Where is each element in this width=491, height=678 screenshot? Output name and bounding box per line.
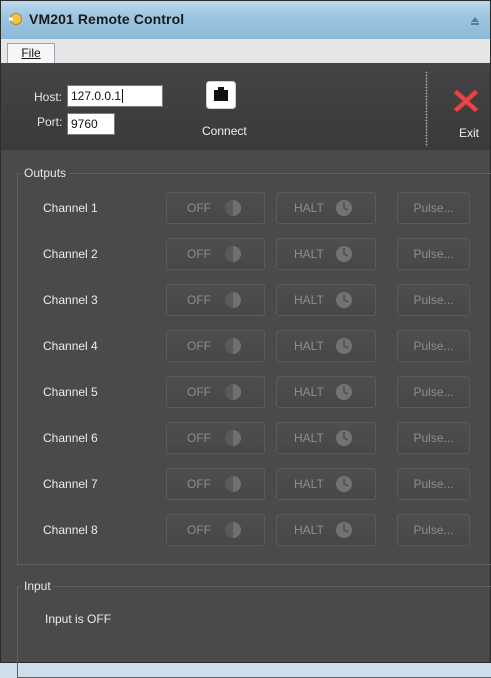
outputs-group <box>17 173 491 565</box>
clock-icon <box>336 246 352 262</box>
halt-button[interactable]: HALT <box>276 330 376 362</box>
port-input[interactable]: 9760 <box>67 113 115 135</box>
off-button[interactable]: OFF <box>166 330 265 362</box>
toolbar-grip <box>425 71 428 147</box>
channel-label: Channel 2 <box>43 247 98 261</box>
port-label: Port: <box>37 115 63 129</box>
connect-button[interactable]: Connect <box>202 124 247 138</box>
host-value: 127.0.0.1 <box>71 89 122 103</box>
halt-button[interactable]: HALT <box>276 468 376 500</box>
input-status: Input is OFF <box>45 612 112 626</box>
network-port-icon[interactable] <box>206 81 236 109</box>
channel-label: Channel 3 <box>43 293 98 307</box>
halt-button[interactable]: HALT <box>276 192 376 224</box>
pulse-button[interactable]: Pulse... <box>397 192 470 224</box>
input-group <box>17 586 491 678</box>
clock-icon <box>336 476 352 492</box>
menu-bar: File <box>1 39 490 65</box>
halt-button[interactable]: HALT <box>276 238 376 270</box>
off-button-label: OFF <box>187 431 211 445</box>
half-circle-icon <box>225 384 241 400</box>
pulse-button[interactable]: Pulse... <box>397 284 470 316</box>
pulse-button-label: Pulse... <box>413 385 454 399</box>
half-circle-icon <box>225 522 241 538</box>
off-button-label: OFF <box>187 523 211 537</box>
outputs-group-title: Outputs <box>21 166 70 180</box>
halt-button-label: HALT <box>294 385 324 399</box>
halt-button[interactable]: HALT <box>276 514 376 546</box>
off-button-label: OFF <box>187 339 211 353</box>
port-value: 9760 <box>71 117 98 131</box>
half-circle-icon <box>225 200 241 216</box>
channel-label: Channel 1 <box>43 201 98 215</box>
halt-button-label: HALT <box>294 339 324 353</box>
off-button[interactable]: OFF <box>166 284 265 316</box>
pulse-button-label: Pulse... <box>413 293 454 307</box>
off-button[interactable]: OFF <box>166 192 265 224</box>
halt-button[interactable]: HALT <box>276 376 376 408</box>
app-icon <box>9 13 22 25</box>
clock-icon <box>336 292 352 308</box>
pulse-button-label: Pulse... <box>413 523 454 537</box>
pulse-button[interactable]: Pulse... <box>397 238 470 270</box>
off-button[interactable]: OFF <box>166 238 265 270</box>
channel-label: Channel 7 <box>43 477 98 491</box>
pulse-button-label: Pulse... <box>413 477 454 491</box>
clock-icon <box>336 200 352 216</box>
off-button-label: OFF <box>187 477 211 491</box>
half-circle-icon <box>225 338 241 354</box>
off-button-label: OFF <box>187 385 211 399</box>
pulse-button[interactable]: Pulse... <box>397 468 470 500</box>
pulse-button[interactable]: Pulse... <box>397 514 470 546</box>
pulse-button[interactable]: Pulse... <box>397 330 470 362</box>
close-x-icon[interactable] <box>452 87 480 115</box>
half-circle-icon <box>225 430 241 446</box>
halt-button-label: HALT <box>294 201 324 215</box>
off-button-label: OFF <box>187 201 211 215</box>
clock-icon <box>336 522 352 538</box>
pulse-button[interactable]: Pulse... <box>397 422 470 454</box>
halt-button-label: HALT <box>294 477 324 491</box>
exit-button[interactable]: Exit <box>459 126 479 140</box>
window-control-icon[interactable] <box>468 13 482 27</box>
channel-label: Channel 8 <box>43 523 98 537</box>
off-button-label: OFF <box>187 247 211 261</box>
pulse-button-label: Pulse... <box>413 247 454 261</box>
off-button[interactable]: OFF <box>166 376 265 408</box>
clock-icon <box>336 430 352 446</box>
halt-button-label: HALT <box>294 431 324 445</box>
off-button[interactable]: OFF <box>166 468 265 500</box>
halt-button[interactable]: HALT <box>276 284 376 316</box>
halt-button-label: HALT <box>294 247 324 261</box>
app-window: VM201 Remote Control File Host: 127.0.0.… <box>0 0 491 678</box>
off-button-label: OFF <box>187 293 211 307</box>
clock-icon <box>336 338 352 354</box>
off-button[interactable]: OFF <box>166 514 265 546</box>
pulse-button-label: Pulse... <box>413 339 454 353</box>
window-title: VM201 Remote Control <box>29 11 185 27</box>
input-group-title: Input <box>21 579 54 593</box>
channel-label: Channel 6 <box>43 431 98 445</box>
menu-file-label: File <box>21 46 41 60</box>
half-circle-icon <box>225 246 241 262</box>
halt-button[interactable]: HALT <box>276 422 376 454</box>
pulse-button-label: Pulse... <box>413 431 454 445</box>
host-label: Host: <box>34 90 63 104</box>
halt-button-label: HALT <box>294 293 324 307</box>
half-circle-icon <box>225 476 241 492</box>
halt-button-label: HALT <box>294 523 324 537</box>
off-button[interactable]: OFF <box>166 422 265 454</box>
menu-file[interactable]: File <box>7 43 55 65</box>
pulse-button-label: Pulse... <box>413 201 454 215</box>
pulse-button[interactable]: Pulse... <box>397 376 470 408</box>
host-input[interactable]: 127.0.0.1 <box>67 85 163 107</box>
half-circle-icon <box>225 292 241 308</box>
clock-icon <box>336 384 352 400</box>
title-bar[interactable]: VM201 Remote Control <box>1 1 490 39</box>
channel-label: Channel 5 <box>43 385 98 399</box>
channel-label: Channel 4 <box>43 339 98 353</box>
